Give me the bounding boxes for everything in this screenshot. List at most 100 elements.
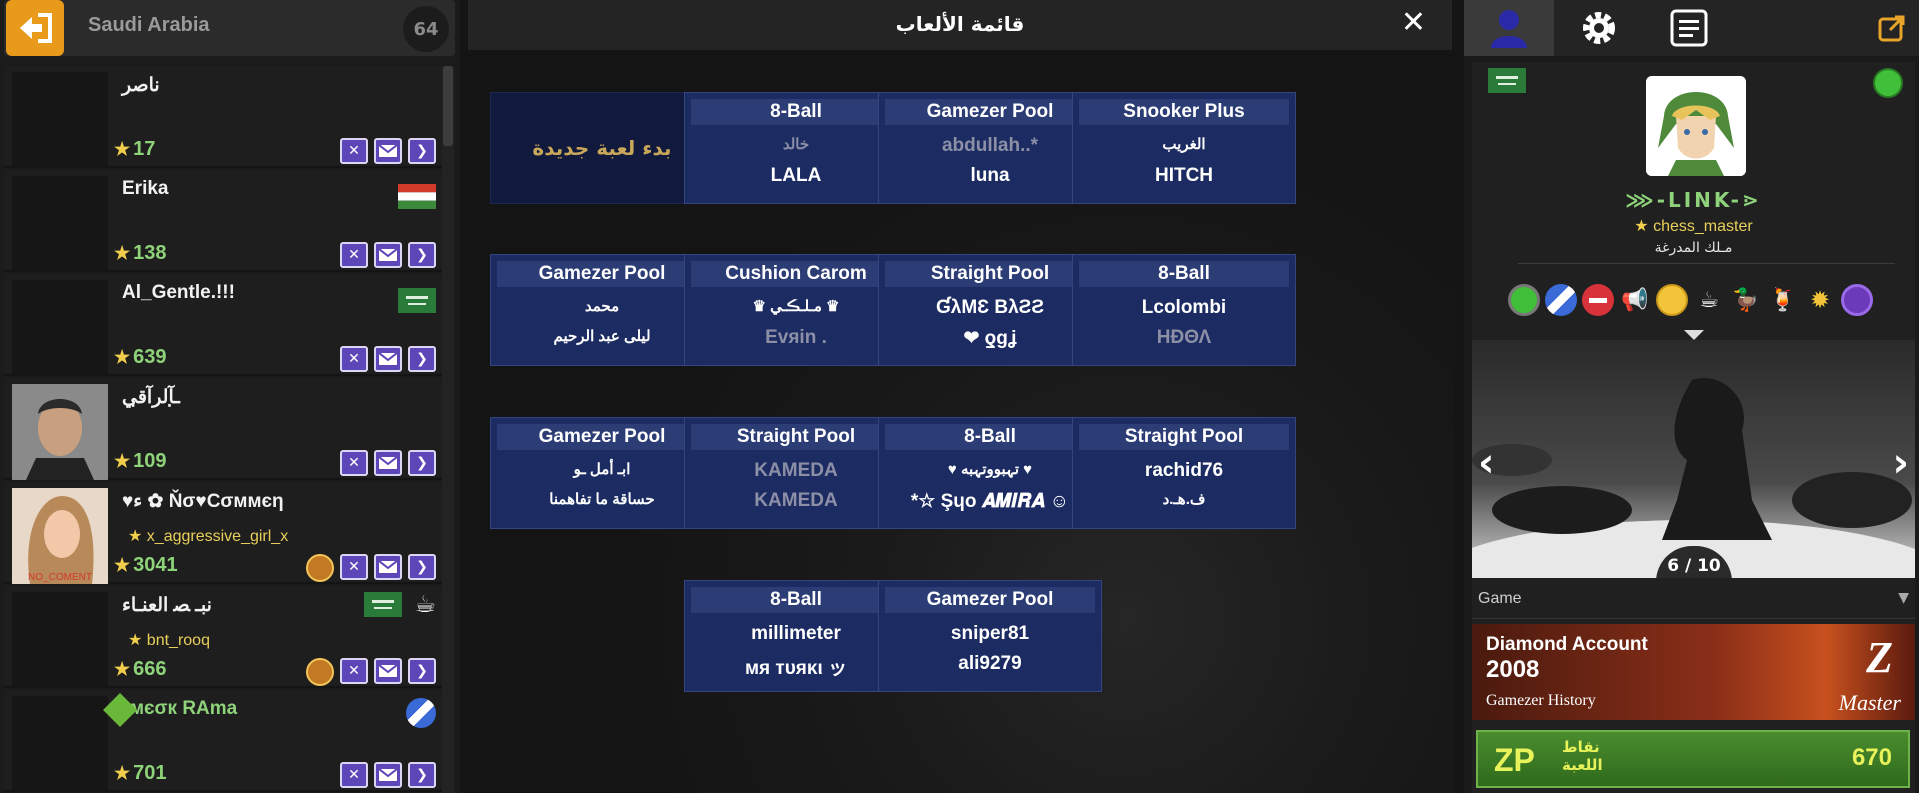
player-row[interactable]: ـ̣آلرآق̣ي ★ 109 ✕ ❯ <box>4 378 442 480</box>
game-type: Gamezer Pool <box>885 587 1095 613</box>
exit-button[interactable] <box>6 0 64 56</box>
game-card[interactable]: 8-Ball ♥ تہبووتہبه ♥ *☆ Şɥo 𝑨𝑴𝑰𝑹𝑨 ☺ <box>878 417 1102 529</box>
avatar[interactable] <box>12 176 108 272</box>
tab-profile[interactable] <box>1464 0 1554 56</box>
invite-button[interactable]: ❯ <box>408 658 436 684</box>
game-player-2: мя тυяκι ッ <box>744 658 848 679</box>
player-row[interactable]: Erika ★ 138 ✕ ❯ <box>4 170 442 272</box>
status-do-not-disturb-icon[interactable] <box>1582 284 1614 316</box>
popout-button[interactable] <box>1864 0 1919 56</box>
game-card[interactable]: 8-Ball millimeter мя тυяκι ッ <box>684 580 908 692</box>
ignore-button[interactable]: ✕ <box>340 242 368 268</box>
status-online-icon[interactable] <box>1508 284 1540 316</box>
avatar-image <box>1646 76 1746 176</box>
medal-icon <box>306 658 334 686</box>
star-icon: ★ <box>114 763 131 783</box>
envelope-icon <box>379 145 397 157</box>
status-duck-icon[interactable]: 🦆 <box>1730 284 1762 316</box>
avatar[interactable] <box>12 280 108 376</box>
status-sun-icon[interactable]: ✹ <box>1804 284 1836 316</box>
game-card[interactable]: 8-Ball Lcolombi HÐΘΛ <box>1072 254 1296 366</box>
popout-icon <box>1878 15 1904 42</box>
ignore-button[interactable]: ✕ <box>340 554 368 580</box>
exit-icon <box>20 13 52 43</box>
list-icon <box>1670 9 1708 47</box>
player-row[interactable]: نبـ ﺼ العنـاء ★ bnt_rooq ★ 666 ☕ ✕ ❯ <box>4 586 442 688</box>
image-carousel[interactable]: ‹ › 6 / 10 <box>1472 340 1915 578</box>
invite-button[interactable]: ❯ <box>408 450 436 476</box>
tab-settings[interactable] <box>1554 0 1644 56</box>
game-card[interactable]: Straight Pool KAMEDA KAMEDA <box>684 417 908 529</box>
status-pool-ball-icon[interactable] <box>1545 284 1577 316</box>
message-button[interactable] <box>374 346 402 372</box>
game-card[interactable]: Gamezer Pool sniper81 ali9279 <box>878 580 1102 692</box>
message-button[interactable] <box>374 138 402 164</box>
profile-display-name: ⋙-LINK-⋗ <box>1625 188 1762 212</box>
avatar[interactable] <box>12 72 108 168</box>
status-coffee-icon[interactable]: ☕ <box>1693 284 1725 316</box>
message-button[interactable] <box>374 450 402 476</box>
message-button[interactable] <box>374 762 402 788</box>
status-megaphone-muted-icon[interactable]: 📢 <box>1619 284 1651 316</box>
avatar[interactable]: NO_COMENT <box>12 488 108 584</box>
player-row[interactable]: мєσк RAma ★ 701 ✕ ❯ <box>4 690 442 792</box>
game-type: Gamezer Pool <box>885 99 1095 125</box>
invite-button[interactable]: ❯ <box>408 138 436 164</box>
ignore-button[interactable]: ✕ <box>340 450 368 476</box>
star-icon: ★ <box>114 139 131 159</box>
player-name: Erika <box>122 178 169 199</box>
avatar[interactable] <box>1646 76 1746 176</box>
player-list-scrollbar[interactable] <box>442 66 454 793</box>
close-icon[interactable]: ✕ <box>1401 8 1426 38</box>
chevron-down-icon[interactable] <box>1684 330 1704 340</box>
avatar[interactable] <box>12 696 108 792</box>
avatar[interactable] <box>12 592 108 688</box>
tab-list[interactable] <box>1644 0 1734 56</box>
game-card[interactable]: Gamezer Pool abdullah..* luna <box>878 92 1102 204</box>
player-list[interactable]: ناصر ★ 17 ✕ ❯ Erika ★ 138 ✕ ❯ Al_Gentle.!!! ★ 639 ✕ ❯ ـ… <box>4 66 442 793</box>
message-button[interactable] <box>374 554 402 580</box>
status-eye-icon[interactable] <box>1841 284 1873 316</box>
status-smiley-icon[interactable] <box>1656 284 1688 316</box>
player-score: ★ 3041 <box>114 554 178 577</box>
player-name: ناصر <box>122 75 160 96</box>
ignore-button[interactable]: ✕ <box>340 346 368 372</box>
game-card[interactable]: Straight Pool rachid76 ف.هـ.د <box>1072 417 1296 529</box>
player-row[interactable]: ناصر ★ 17 ✕ ❯ <box>4 66 442 168</box>
message-button[interactable] <box>374 242 402 268</box>
game-card[interactable]: Gamezer Pool ابـ أمل ـو حساقة ما تفاهمنا <box>490 417 714 529</box>
message-button[interactable] <box>374 658 402 684</box>
player-name: ♥ء ✿ Ňσ♥Cσммєη <box>122 491 284 512</box>
invite-button[interactable]: ❯ <box>408 762 436 788</box>
close-icon: ✕ <box>348 559 360 575</box>
player-username: ★ bnt_rooq <box>128 630 210 650</box>
game-card[interactable]: Gamezer Pool محمد ليلى عبد الرحيم <box>490 254 714 366</box>
game-player-2: ف.هـ.د <box>1162 491 1206 508</box>
status-drink-icon[interactable]: 🍹 <box>1767 284 1799 316</box>
game-card[interactable]: Straight Pool ƓλMƐ BλƧƧ ❤ ƍɡʝ <box>878 254 1102 366</box>
carousel-next-icon[interactable]: › <box>1893 440 1909 486</box>
ignore-button[interactable]: ✕ <box>340 762 368 788</box>
game-card[interactable]: 8-Ball خالد LALA <box>684 92 908 204</box>
ignore-button[interactable]: ✕ <box>340 658 368 684</box>
player-row[interactable]: Al_Gentle.!!! ★ 639 ✕ ❯ <box>4 274 442 376</box>
ignore-button[interactable]: ✕ <box>340 138 368 164</box>
saudi-flag-icon <box>398 288 436 313</box>
avatar[interactable] <box>12 384 108 480</box>
new-game-button[interactable]: بدء لعبة جديدة <box>490 92 714 204</box>
game-card[interactable]: Cushion Carom ♛ مـلـڪـي ♛ Evяin . <box>684 254 908 366</box>
invite-button[interactable]: ❯ <box>408 346 436 372</box>
player-score-value: 17 <box>133 138 156 160</box>
close-icon: ✕ <box>348 663 360 679</box>
player-score-value: 639 <box>133 346 167 368</box>
game-card[interactable]: Snooker Plus الغريب HITCH <box>1072 92 1296 204</box>
game-select[interactable]: Game ▼ <box>1472 582 1915 619</box>
carousel-prev-icon[interactable]: ‹ <box>1478 440 1494 486</box>
game-type: Straight Pool <box>1079 424 1289 450</box>
player-row[interactable]: NO_COMENT ♥ء ✿ Ňσ♥Cσммєη ★ x_aggressive_gi… <box>4 482 442 584</box>
scrollbar-thumb[interactable] <box>443 66 453 146</box>
game-type: Straight Pool <box>691 424 901 450</box>
game-player-1: ابـ أمل ـو <box>573 461 631 478</box>
invite-button[interactable]: ❯ <box>408 554 436 580</box>
invite-button[interactable]: ❯ <box>408 242 436 268</box>
